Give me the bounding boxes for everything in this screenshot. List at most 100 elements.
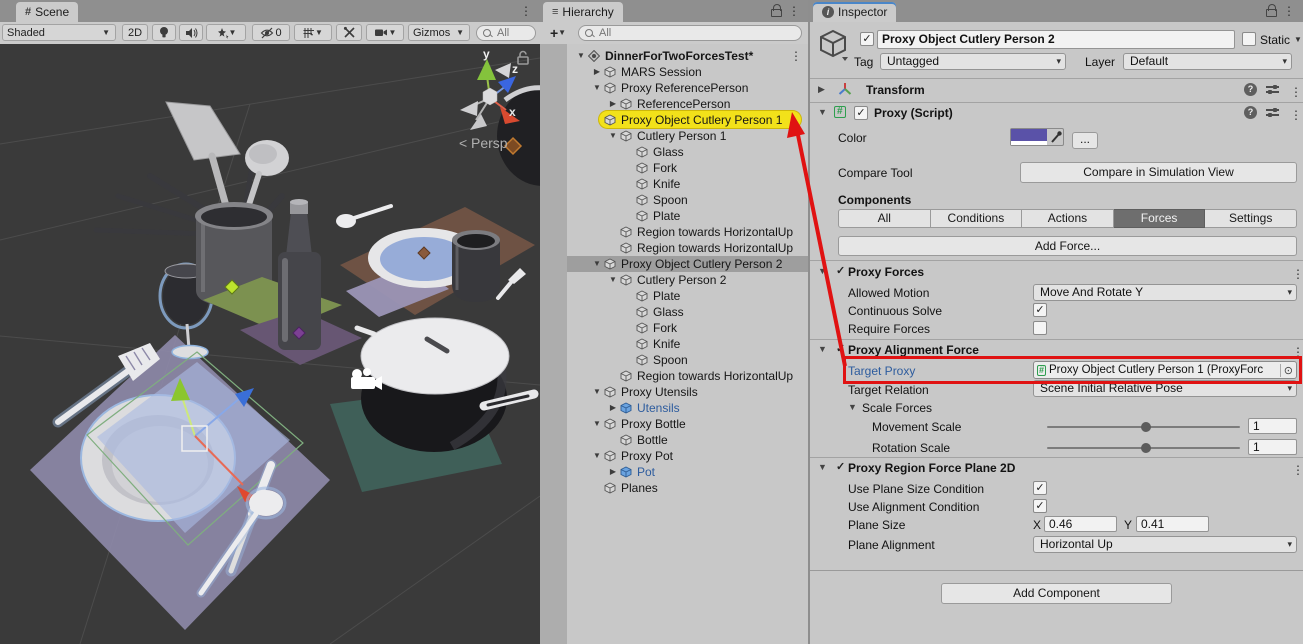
scene-audio-button[interactable] [179,24,203,41]
hierarchy-item-proxy-object-cutlery-person-1[interactable]: Proxy Object Cutlery Person 1 [567,112,808,128]
scene-search-input[interactable] [495,26,529,40]
hierarchy-item-fork[interactable]: Fork [567,160,808,176]
hierarchy-item-dinnerfortwoforcestest[interactable]: ▼DinnerForTwoForcesTest*⋮ [567,48,808,64]
hierarchy-item-pot[interactable]: ▶Pot [567,464,808,480]
rotation-scale-slider[interactable] [1047,447,1240,449]
transform-kebab-icon[interactable]: ⋮ [1290,81,1302,103]
add-force-button[interactable]: Add Force... [838,236,1297,256]
tab-inspector[interactable]: i Inspector [813,2,896,22]
proxy-script-foldout[interactable]: ▼ [818,107,827,117]
hierarchy-item-cutlery-person-1[interactable]: ▼Cutlery Person 1 [567,128,808,144]
tab-settings[interactable]: Settings [1205,209,1297,228]
region-force-foldout[interactable]: ▼ [818,462,827,472]
hierarchy-item-region-towards-horizontalup[interactable]: Region towards HorizontalUp [567,368,808,384]
foldout-arrow[interactable]: ▼ [591,416,603,432]
plane-alignment-dropdown[interactable]: Horizontal Up [1033,536,1297,553]
hierarchy-item-utensils[interactable]: ▶Utensils [567,400,808,416]
tab-forces[interactable]: Forces [1114,209,1206,228]
hierarchy-item-proxy-pot[interactable]: ▼Proxy Pot [567,448,808,464]
compare-simulation-button[interactable]: Compare in Simulation View [1020,162,1297,183]
eyedropper-icon[interactable] [1049,129,1063,145]
scene-camera-dropdown[interactable]: ▼ [366,24,404,41]
object-picker-icon[interactable]: ⊙ [1280,364,1296,377]
region-force-title[interactable]: Proxy Region Force Plane 2D [848,461,1015,475]
transform-foldout[interactable]: ▶ [818,84,825,95]
presets-icon[interactable] [1266,106,1279,119]
presets-icon[interactable] [1266,83,1279,96]
foldout-arrow[interactable]: ▶ [591,64,603,80]
color-swatch[interactable] [1010,128,1064,146]
slider-thumb[interactable] [1141,443,1151,453]
hierarchy-item-cutlery-person-2[interactable]: ▼Cutlery Person 2 [567,272,808,288]
tab-conditions[interactable]: Conditions [931,209,1023,228]
hierarchy-item-mars-session[interactable]: ▶MARS Session [567,64,808,80]
persp-label[interactable]: Persp [471,135,508,151]
layer-dropdown[interactable]: Default [1123,53,1292,70]
foldout-arrow[interactable]: ▶ [607,96,619,112]
proxy-script-title[interactable]: Proxy (Script) [874,106,953,120]
scene-options-kebab-icon[interactable]: ⋮ [790,48,802,64]
scene-grid-dropdown[interactable]: ▼ [294,24,332,41]
foldout-arrow[interactable]: ▶ [607,400,619,416]
tab-all[interactable]: All [838,209,931,228]
alignment-force-foldout[interactable]: ▼ [818,344,827,354]
help-icon[interactable]: ? [1244,106,1257,119]
hierarchy-search-input[interactable] [597,26,795,40]
alignment-force-kebab-icon[interactable]: ⋮ [1292,341,1303,363]
hierarchy-item-plate[interactable]: Plate [567,208,808,224]
hierarchy-item-spoon[interactable]: Spoon [567,352,808,368]
alignment-force-check[interactable]: ✓ [836,342,845,355]
use-plane-size-checkbox[interactable]: ✓ [1033,481,1047,495]
rotation-scale-field[interactable]: 1 [1248,439,1297,455]
proxy-forces-foldout[interactable]: ▼ [818,266,827,276]
proxy-enabled-checkbox[interactable]: ✓ [854,106,868,120]
foldout-arrow[interactable]: ▼ [591,256,603,272]
proxy-forces-check[interactable]: ✓ [836,264,845,277]
movement-scale-field[interactable]: 1 [1248,418,1297,434]
region-force-check[interactable]: ✓ [836,460,845,473]
gameobject-cube-icon[interactable] [818,29,848,61]
foldout-arrow[interactable]: ▶ [607,464,619,480]
2d-toggle-button[interactable]: 2D [122,24,148,41]
scene-menu-kebab-icon[interactable]: ⋮ [520,0,532,22]
mug-person2[interactable] [452,230,500,302]
hierarchy-item-proxy-referenceperson[interactable]: ▼Proxy ReferencePerson [567,80,808,96]
hierarchy-item-proxy-bottle[interactable]: ▼Proxy Bottle [567,416,808,432]
gameobject-name-field[interactable]: Proxy Object Cutlery Person 2 [877,30,1235,49]
foldout-arrow[interactable]: ▼ [591,384,603,400]
proxy-forces-kebab-icon[interactable]: ⋮ [1292,263,1303,285]
hierarchy-item-plate[interactable]: Plate [567,288,808,304]
scene-search[interactable] [476,25,536,41]
continuous-solve-checkbox[interactable]: ✓ [1033,303,1047,317]
hierarchy-item-glass[interactable]: Glass [567,304,808,320]
scene-viewport[interactable]: y z x < Persp [0,44,540,644]
static-dropdown-icon[interactable]: ▼ [1294,35,1302,44]
movement-scale-slider[interactable] [1047,426,1240,428]
hierarchy-item-referenceperson[interactable]: ▶ReferencePerson [567,96,808,112]
hierarchy-item-region-towards-horizontalup[interactable]: Region towards HorizontalUp [567,240,808,256]
help-icon[interactable]: ? [1244,83,1257,96]
shading-mode-dropdown[interactable]: Shaded ▼ [2,24,116,41]
tab-hierarchy[interactable]: ≡ Hierarchy [543,2,623,22]
require-forces-checkbox[interactable] [1033,321,1047,335]
scene-tools-button[interactable] [336,24,362,41]
lock-icon[interactable] [771,4,782,17]
hierarchy-item-knife[interactable]: Knife [567,336,808,352]
proxy-script-kebab-icon[interactable]: ⋮ [1290,104,1302,126]
plane-size-y-field[interactable]: 0.41 [1136,516,1209,532]
region-force-kebab-icon[interactable]: ⋮ [1292,459,1303,481]
proxy-forces-title[interactable]: Proxy Forces [848,265,924,279]
create-object-button[interactable]: +▼ [544,24,572,41]
transform-title[interactable]: Transform [866,83,925,97]
hierarchy-item-knife[interactable]: Knife [567,176,808,192]
hierarchy-item-region-towards-horizontalup[interactable]: Region towards HorizontalUp [567,224,808,240]
scene-lighting-button[interactable] [152,24,176,41]
foldout-arrow[interactable]: ▼ [607,272,619,288]
foldout-arrow[interactable]: ▼ [607,128,619,144]
plane-size-x-field[interactable]: 0.46 [1044,516,1117,532]
add-component-button[interactable]: Add Component [941,583,1172,604]
hierarchy-item-proxy-object-cutlery-person-2[interactable]: ▼Proxy Object Cutlery Person 2 [567,256,808,272]
inspector-menu-kebab-icon[interactable]: ⋮ [1283,0,1295,22]
hierarchy-menu-kebab-icon[interactable]: ⋮ [788,0,800,22]
alignment-force-title[interactable]: Proxy Alignment Force [848,343,979,357]
